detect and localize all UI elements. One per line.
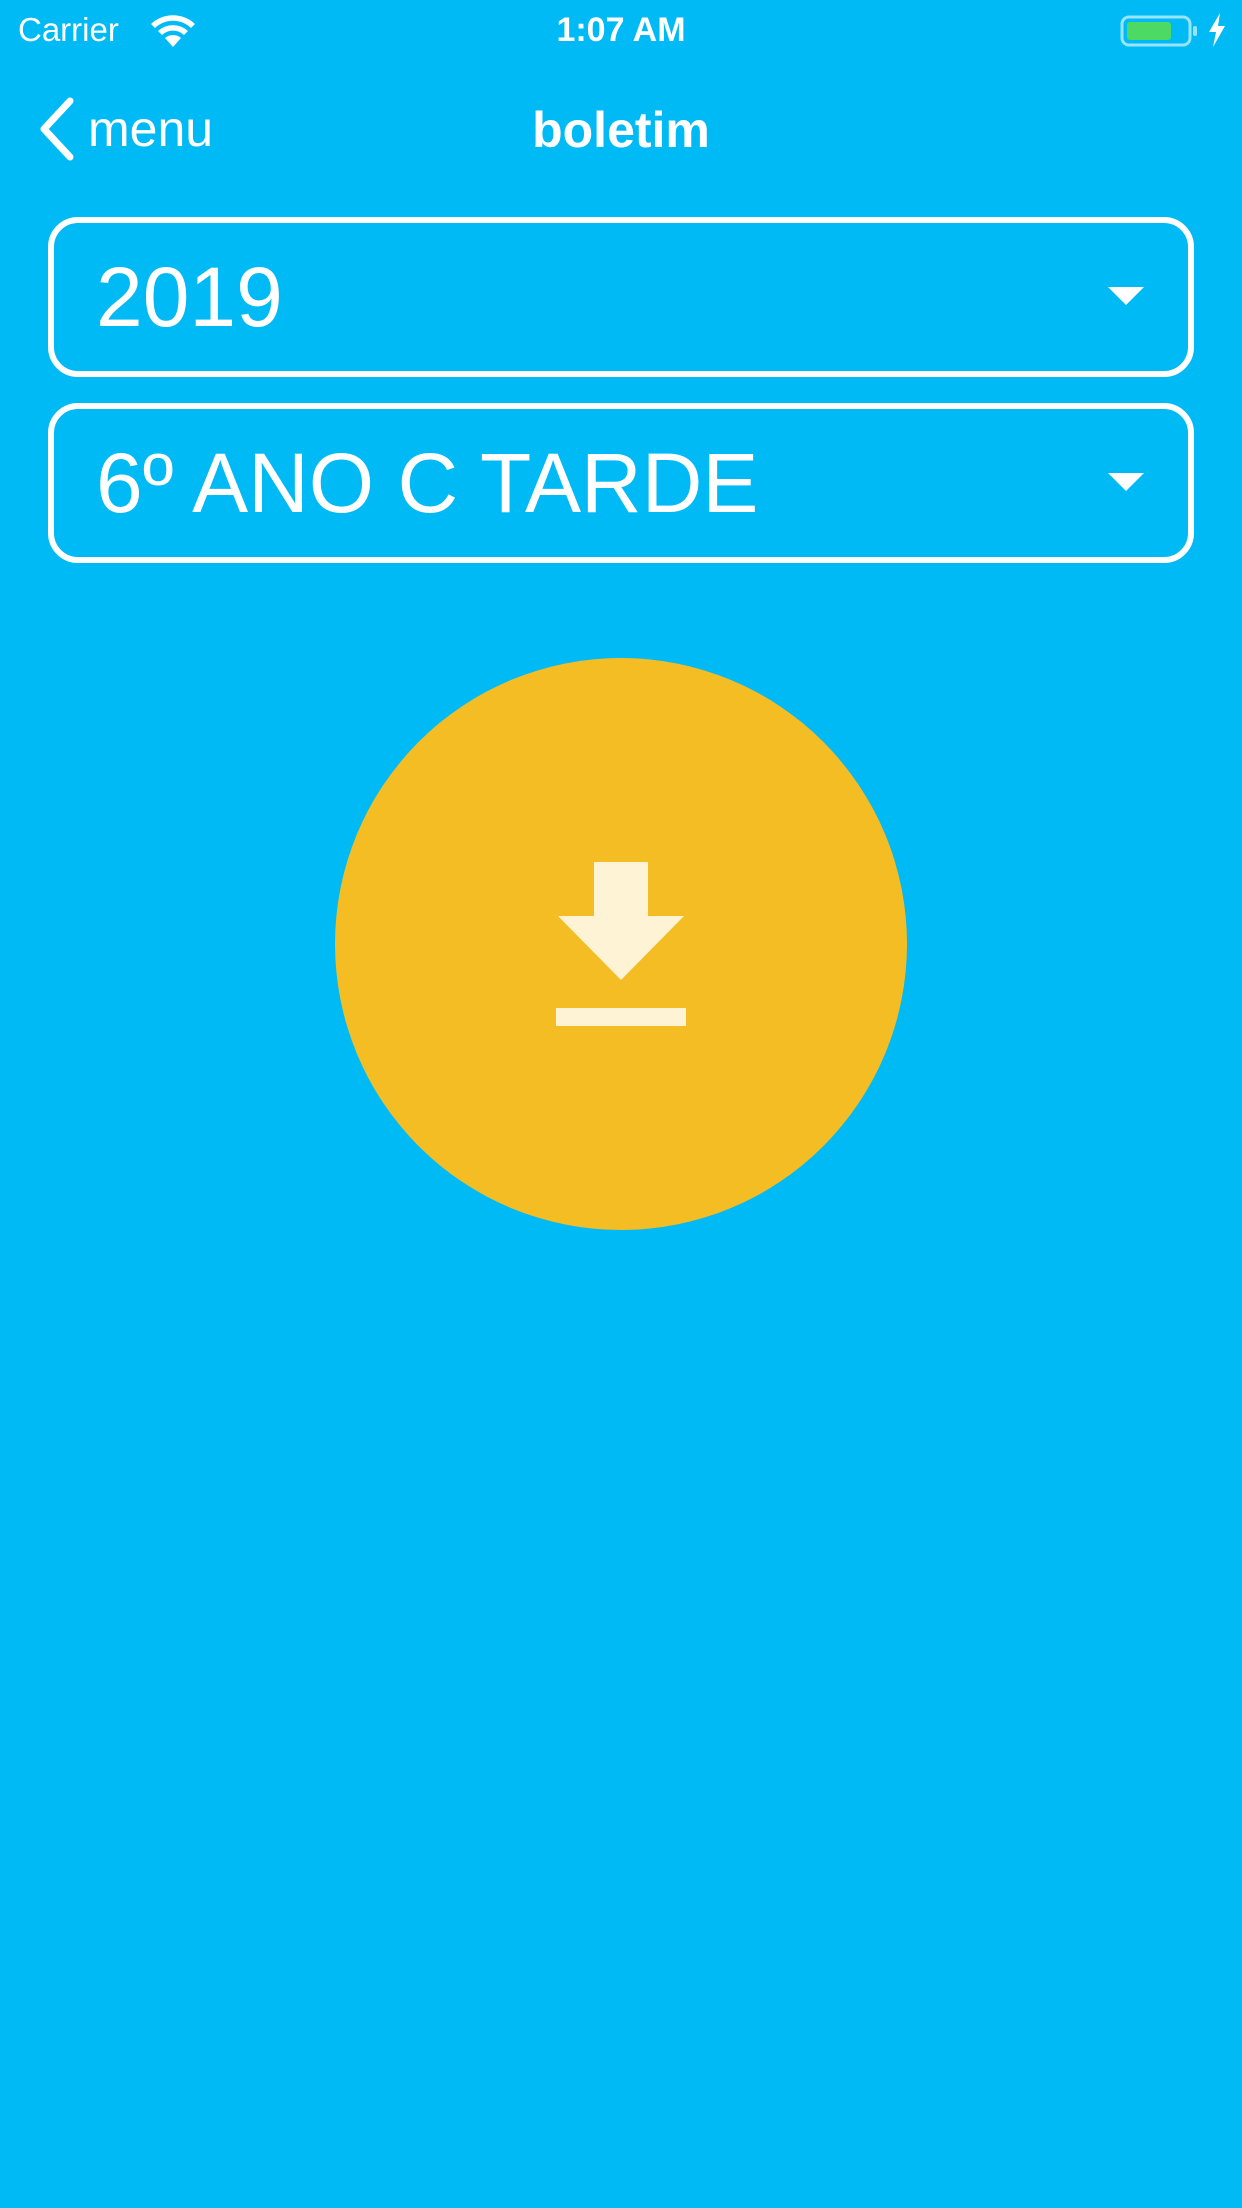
download-button[interactable]: [335, 658, 907, 1230]
battery-icon: [1120, 15, 1197, 47]
page-title: boletim: [532, 102, 710, 158]
status-bar: Carrier 1:07 AM: [0, 0, 1242, 60]
dropdown-arrow-icon: [1108, 287, 1144, 305]
dropdown-arrow-icon: [1108, 473, 1144, 491]
year-select-value: 2019: [96, 250, 283, 344]
class-select-value: 6º ANO C TARDE: [96, 436, 759, 530]
class-select[interactable]: 6º ANO C TARDE: [48, 403, 1194, 563]
download-icon: [556, 862, 686, 1026]
year-select[interactable]: 2019: [48, 217, 1194, 377]
charging-bolt-icon: [1209, 13, 1225, 47]
status-time: 1:07 AM: [556, 11, 686, 49]
navigation-bar: menu boletim: [0, 60, 1242, 190]
